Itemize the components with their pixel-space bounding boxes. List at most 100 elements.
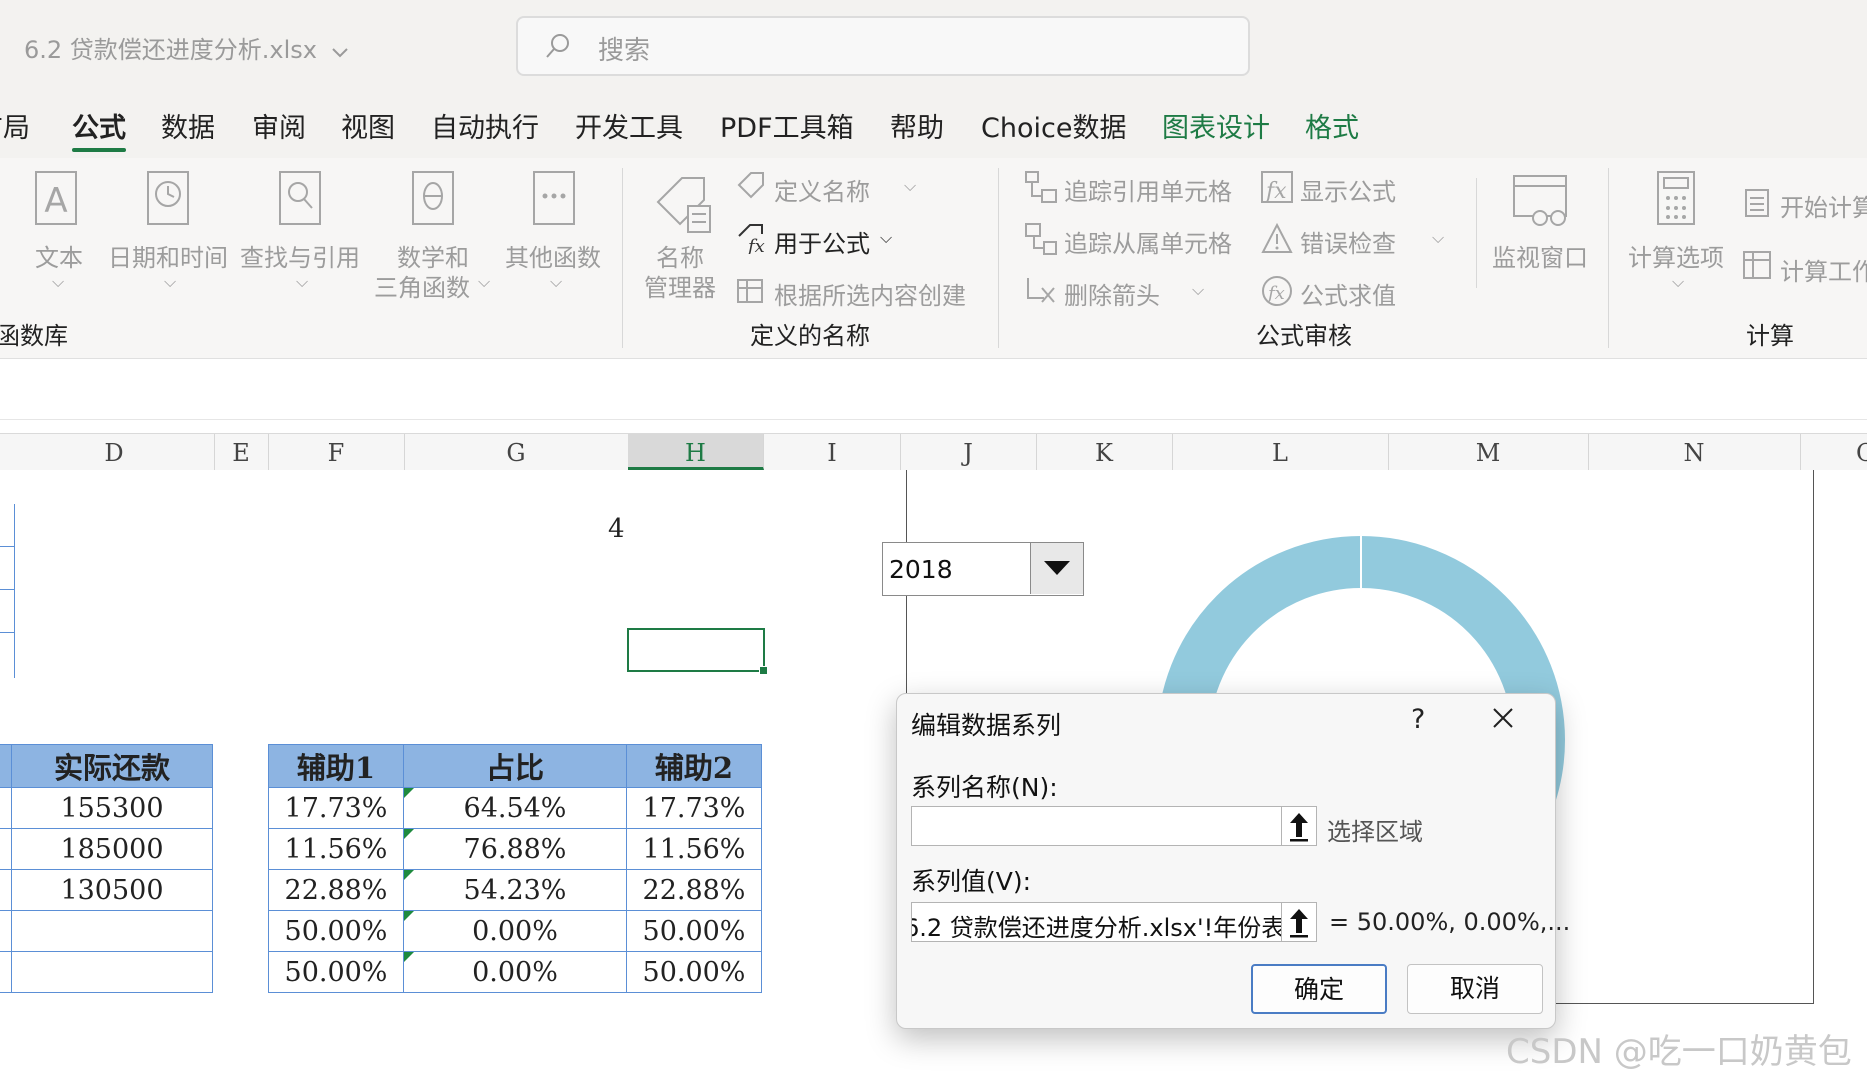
- svg-text:fx: fx: [746, 236, 765, 254]
- helper2-header[interactable]: 辅助2: [626, 744, 762, 788]
- close-icon[interactable]: [1489, 704, 1517, 732]
- remove-arrows-button[interactable]: 删除箭头: [1064, 276, 1160, 311]
- error-indicator: [404, 829, 414, 839]
- table-cell[interactable]: 22.88%: [268, 869, 404, 911]
- column-header-h[interactable]: H: [628, 434, 764, 470]
- tab-help[interactable]: 帮助: [890, 106, 944, 145]
- table-cell[interactable]: 11.56%: [268, 828, 404, 870]
- calculate-now-button[interactable]: 开始计算: [1780, 188, 1867, 223]
- series-name-input[interactable]: [911, 806, 1283, 846]
- table-cell[interactable]: 11.56%: [626, 828, 762, 870]
- chevron-down-icon: ⌵: [164, 272, 177, 291]
- column-header-d[interactable]: D: [14, 434, 215, 470]
- calculation-options-button[interactable]: 计算选项: [1628, 238, 1724, 273]
- math-trig-icon: [412, 171, 454, 225]
- column-header-g[interactable]: G: [404, 434, 629, 470]
- column-header-o[interactable]: O: [1800, 434, 1867, 470]
- dialog-title: 编辑数据系列: [911, 711, 1062, 740]
- search-placeholder: 搜索: [598, 36, 651, 66]
- column-header-l[interactable]: L: [1172, 434, 1389, 470]
- table-cell[interactable]: 50.00%: [268, 951, 404, 993]
- chevron-down-icon: ⌵: [1672, 272, 1685, 291]
- tab-formulas[interactable]: 公式: [72, 106, 126, 145]
- create-from-selection-button[interactable]: 根据所选内容创建: [774, 276, 966, 311]
- math-trig-button-line2[interactable]: 三角函数: [374, 268, 470, 303]
- table-cell[interactable]: [11, 951, 213, 993]
- tab-choice-data[interactable]: Choice数据: [981, 106, 1126, 145]
- series-name-collapse-button[interactable]: [1281, 806, 1317, 846]
- table-row: 17.73% 64.54% 17.73%: [268, 787, 762, 829]
- tab-automate[interactable]: 自动执行: [431, 106, 539, 145]
- tab-pdf-toolbox[interactable]: PDF工具箱: [720, 106, 854, 145]
- ok-button[interactable]: 确定: [1251, 964, 1387, 1014]
- error-checking-button[interactable]: 错误检查: [1300, 224, 1396, 259]
- table-cell[interactable]: 130500: [11, 869, 213, 911]
- column-header-k[interactable]: K: [1036, 434, 1173, 470]
- cancel-button[interactable]: 取消: [1407, 964, 1543, 1014]
- table-cell[interactable]: 22.88%: [626, 869, 762, 911]
- table-cell[interactable]: 17.73%: [268, 787, 404, 829]
- trace-dependents-icon: [1025, 223, 1057, 255]
- more-functions-button[interactable]: 其他函数: [505, 238, 601, 273]
- cell-text: 76.88%: [463, 833, 567, 865]
- table-cell[interactable]: 155300: [11, 787, 213, 829]
- date-time-button[interactable]: 日期和时间: [108, 238, 228, 273]
- evaluate-formula-button[interactable]: 公式求值: [1300, 276, 1396, 311]
- table-cell[interactable]: 0.00%: [403, 910, 627, 952]
- watch-window-icon: [1513, 175, 1567, 226]
- text-button[interactable]: 文本: [35, 238, 83, 273]
- calculate-sheet-icon: [1743, 251, 1771, 279]
- formula-bar[interactable]: [0, 359, 1867, 420]
- tab-review[interactable]: 审阅: [252, 106, 306, 145]
- table-cell[interactable]: 50.00%: [626, 951, 762, 993]
- tab-layout[interactable]: 布局: [0, 106, 30, 145]
- actual-repayment-table: 实际还款 155300 185000 130500: [0, 744, 213, 993]
- watch-window-button[interactable]: 监视窗口: [1492, 238, 1588, 273]
- tab-format[interactable]: 格式: [1305, 106, 1359, 145]
- table-cell[interactable]: 76.88%: [403, 828, 627, 870]
- table-row: 50.00% 0.00% 50.00%: [268, 910, 762, 952]
- year-dropdown-value: 2018: [889, 555, 953, 584]
- column-header-n[interactable]: N: [1588, 434, 1801, 470]
- file-title[interactable]: 6.2 贷款偿还进度分析.xlsx: [24, 30, 349, 65]
- helper1-header[interactable]: 辅助1: [268, 744, 404, 788]
- table-cell[interactable]: 64.54%: [403, 787, 627, 829]
- actual-repayment-header[interactable]: 实际还款: [11, 744, 213, 788]
- ratio-header[interactable]: 占比: [403, 744, 627, 788]
- table-cell[interactable]: 54.23%: [403, 869, 627, 911]
- column-header-j[interactable]: J: [900, 434, 1037, 470]
- table-cell[interactable]: 50.00%: [268, 910, 404, 952]
- column-header-e[interactable]: E: [214, 434, 269, 470]
- column-header-m[interactable]: M: [1388, 434, 1589, 470]
- tab-chart-design[interactable]: 图表设计: [1162, 106, 1270, 145]
- table-cell[interactable]: [11, 910, 213, 952]
- show-formulas-button[interactable]: 显示公式: [1300, 172, 1396, 207]
- dropdown-arrow-button[interactable]: [1030, 543, 1083, 594]
- active-cell[interactable]: [627, 628, 768, 675]
- select-range-text: 选择区域: [1327, 818, 1423, 846]
- calculate-sheet-button[interactable]: 计算工作表: [1780, 252, 1867, 287]
- tab-data[interactable]: 数据: [161, 106, 215, 145]
- use-in-formula-button[interactable]: 用于公式: [774, 224, 870, 259]
- series-values-input[interactable]: 6.2 贷款偿还进度分析.xlsx'!年份表: [911, 902, 1283, 942]
- search-box[interactable]: 搜索: [516, 16, 1250, 76]
- series-values-collapse-button[interactable]: [1281, 902, 1317, 942]
- table-cell[interactable]: 50.00%: [626, 910, 762, 952]
- cell-value[interactable]: 4: [608, 514, 625, 544]
- name-manager-button-line2[interactable]: 管理器: [644, 268, 716, 303]
- define-name-button[interactable]: 定义名称: [774, 172, 870, 207]
- year-dropdown[interactable]: 2018: [882, 542, 1084, 596]
- trace-dependents-button[interactable]: 追踪从属单元格: [1064, 224, 1232, 259]
- column-header-i[interactable]: I: [764, 434, 901, 470]
- table-cell[interactable]: 0.00%: [403, 951, 627, 993]
- tab-developer[interactable]: 开发工具: [575, 106, 683, 145]
- lookup-reference-button[interactable]: 查找与引用: [240, 238, 360, 273]
- table-cell[interactable]: 17.73%: [626, 787, 762, 829]
- column-header-f[interactable]: F: [268, 434, 405, 470]
- name-manager-icon: [656, 177, 711, 233]
- help-button[interactable]: ?: [1411, 704, 1425, 735]
- more-functions-icon: [533, 171, 575, 225]
- tab-view[interactable]: 视图: [341, 106, 395, 145]
- trace-precedents-button[interactable]: 追踪引用单元格: [1064, 172, 1232, 207]
- table-cell[interactable]: 185000: [11, 828, 213, 870]
